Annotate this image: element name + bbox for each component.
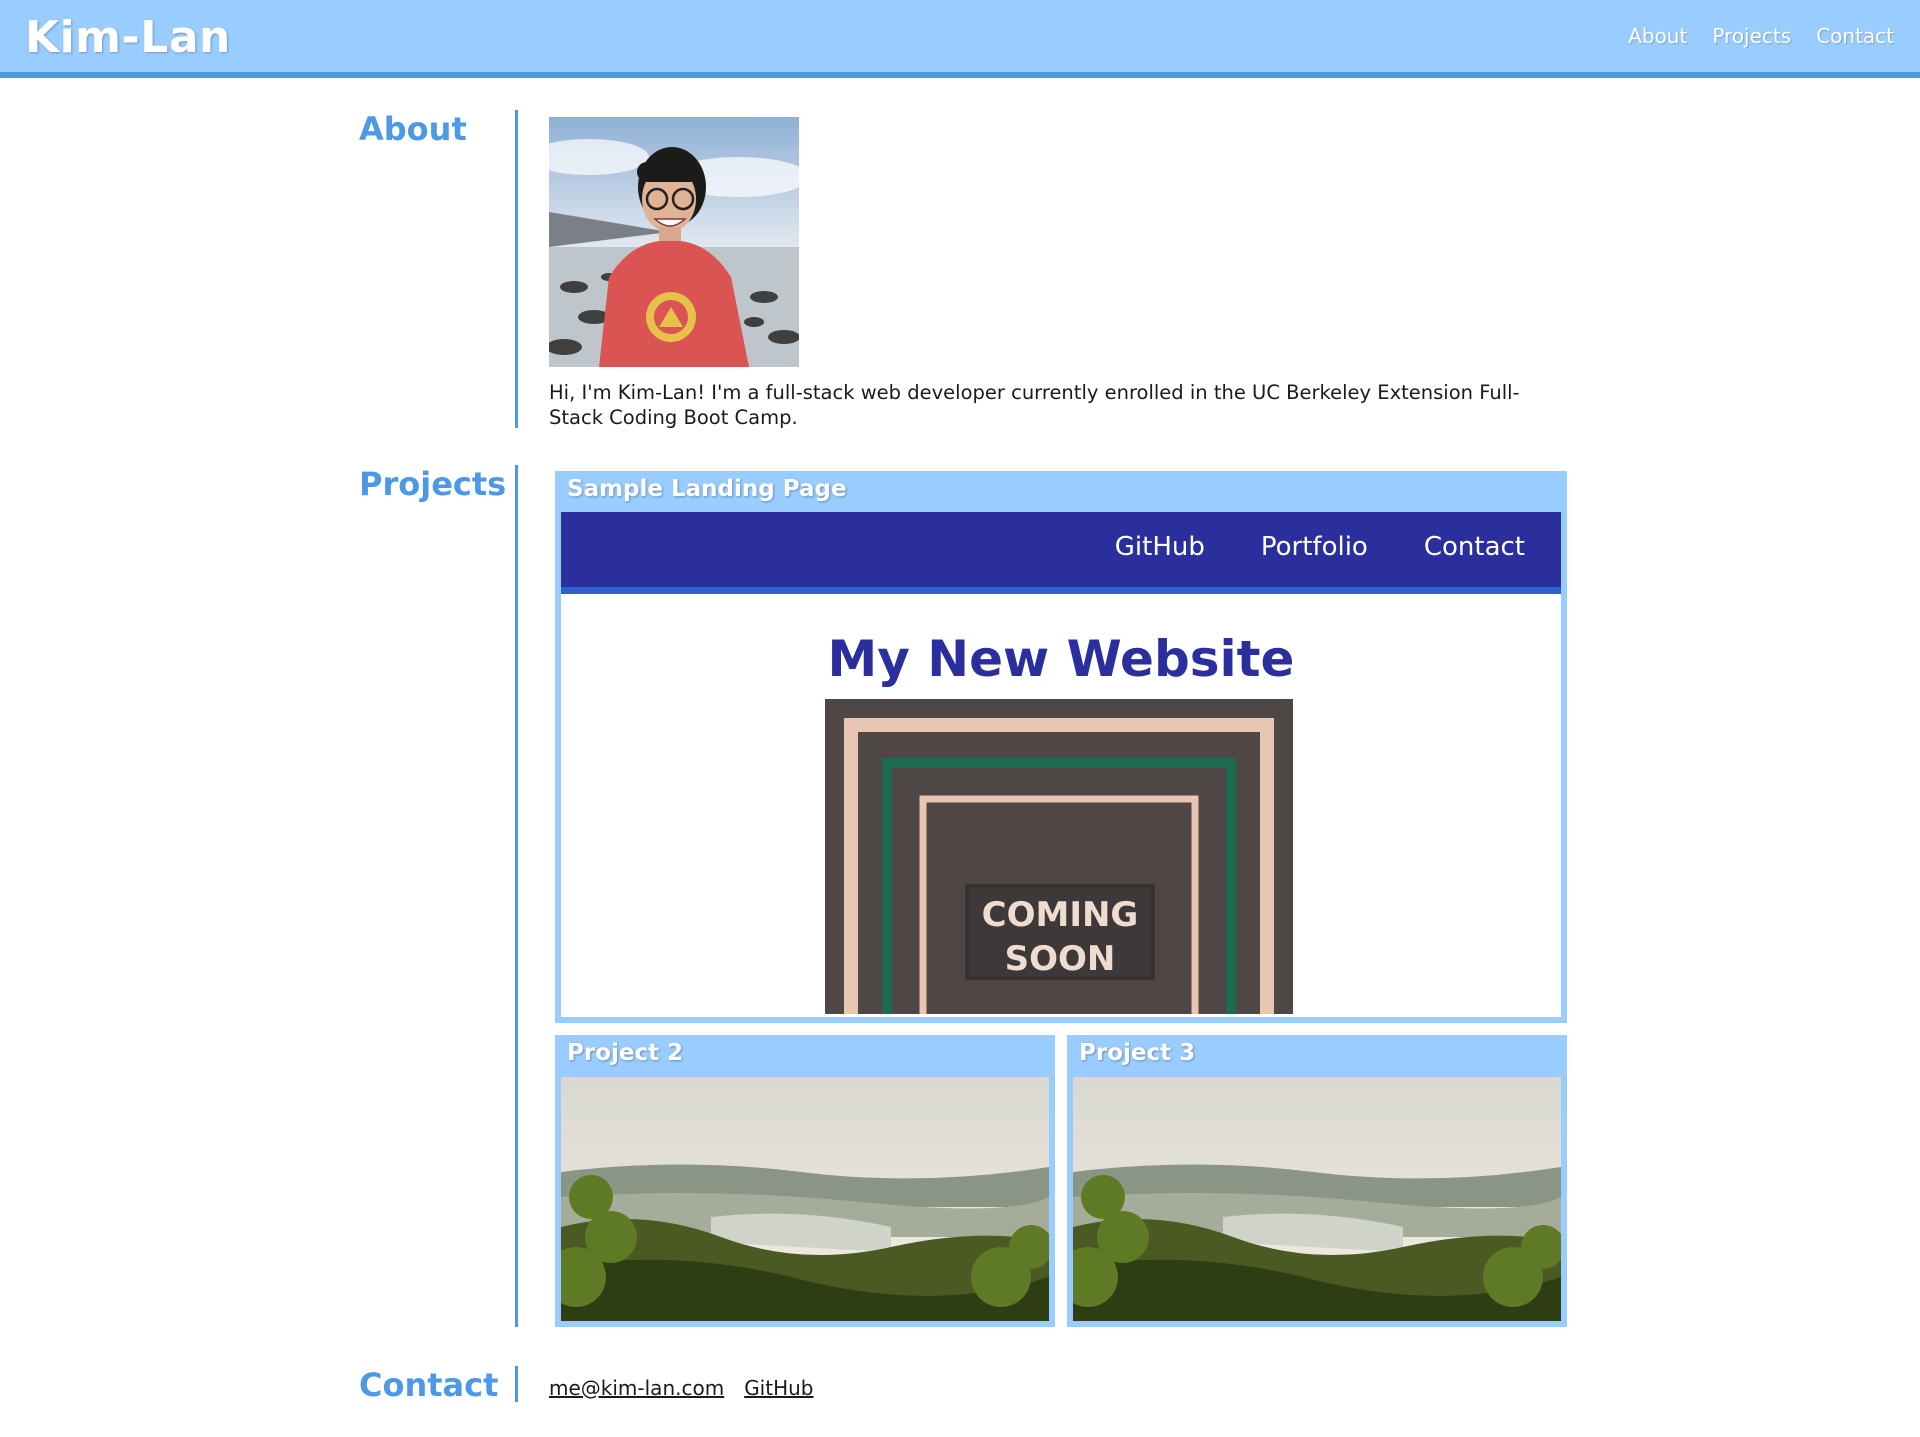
profile-photo [549,117,799,367]
contact-heading: Contact [359,1366,499,1404]
contact-divider [515,1366,518,1402]
project-thumbnail[interactable] [1073,1077,1561,1321]
preview-nav-contact: Contact [1423,532,1525,562]
site-brand[interactable]: Kim-Lan [25,12,231,63]
preview-heading: My New Website [827,630,1295,688]
coming-soon-line2: SOON [1005,939,1116,979]
projects-heading: Projects [359,465,507,503]
site-header: Kim-Lan About Projects Contact [0,0,1920,78]
project-title[interactable]: Project 2 [567,1040,683,1066]
project-card-2[interactable]: Project 2 [555,1035,1055,1327]
preview-navbar: GitHub Portfolio Contact [561,512,1561,594]
project-title[interactable]: Sample Landing Page [567,476,847,502]
top-nav: About Projects Contact [1628,24,1894,48]
about-divider [515,110,518,428]
coming-soon-line1: COMING [982,895,1139,935]
preview-nav-portfolio: Portfolio [1260,532,1368,562]
coming-soon-image: COMING SOON [825,699,1293,1017]
github-link[interactable]: GitHub [744,1376,813,1400]
about-heading: About [359,110,467,148]
contact-links: me@kim-lan.com GitHub [549,1376,814,1400]
project-thumbnail[interactable] [561,1077,1049,1321]
preview-nav-github: GitHub [1114,532,1205,562]
project-title[interactable]: Project 3 [1079,1040,1195,1066]
nav-link-about[interactable]: About [1628,24,1687,48]
about-bio: Hi, I'm Kim-Lan! I'm a full-stack web de… [549,381,1520,429]
project-preview[interactable]: GitHub Portfolio Contact My New Website … [561,512,1561,1017]
project-card-featured[interactable]: Sample Landing Page GitHub Portfolio Con… [555,471,1567,1023]
email-link[interactable]: me@kim-lan.com [549,1376,724,1400]
nav-link-projects[interactable]: Projects [1712,24,1791,48]
projects-divider [515,465,518,1327]
project-card-3[interactable]: Project 3 [1067,1035,1567,1327]
nav-link-contact[interactable]: Contact [1816,24,1894,48]
